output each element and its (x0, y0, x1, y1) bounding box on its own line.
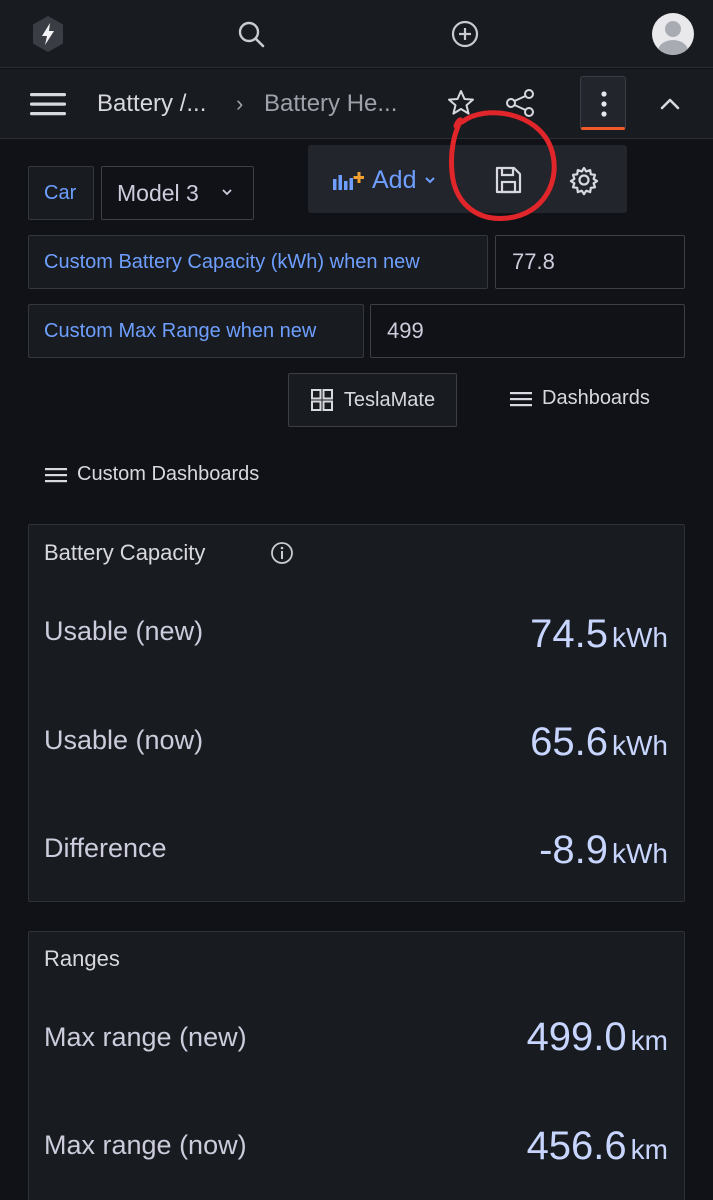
panel-title: Battery Capacity (44, 540, 206, 565)
save-icon[interactable] (488, 160, 528, 200)
add-panel-icon (333, 172, 364, 190)
gear-icon[interactable] (564, 160, 604, 200)
car-variable-label: Car (28, 166, 94, 220)
range-input[interactable]: 499 (370, 304, 685, 358)
chevron-down-icon (222, 189, 232, 196)
custom-dashboards-link[interactable]: Custom Dashboards (45, 463, 259, 486)
list-icon (45, 467, 67, 482)
breadcrumb-folder[interactable]: Battery /... (97, 89, 206, 119)
chevron-up-icon[interactable] (658, 96, 682, 112)
stat-label: Max range (now) (44, 1130, 247, 1160)
capacity-input[interactable]: 77.8 (495, 235, 685, 289)
stat-value: 499.0 km (526, 1015, 668, 1059)
menu-icon[interactable] (30, 91, 66, 117)
teslamate-link[interactable]: TeslaMate (288, 373, 457, 427)
chevron-down-icon (425, 177, 436, 184)
stat-value: 74.5 kWh (530, 612, 668, 656)
user-avatar[interactable] (652, 13, 694, 55)
breadcrumb-separator: › (236, 91, 244, 116)
stat-label: Max range (new) (44, 1022, 247, 1052)
panel-title: Ranges (44, 946, 120, 971)
grafana-bolt-icon[interactable] (30, 14, 66, 54)
plus-circle-icon[interactable] (449, 18, 481, 50)
stat-value: -8.9 kWh (539, 828, 668, 872)
share-icon[interactable] (504, 88, 536, 118)
add-label: Add (372, 166, 417, 194)
breadcrumb-dashboard-title[interactable]: Battery He... (264, 89, 397, 119)
custom-dashboards-link-label: Custom Dashboards (77, 463, 260, 485)
capacity-variable-label: Custom Battery Capacity (kWh) when new (28, 235, 488, 289)
top-bar (0, 0, 713, 68)
star-icon[interactable] (446, 88, 476, 118)
user-avatar-icon (658, 21, 688, 55)
range-variable-label: Custom Max Range when new (28, 304, 364, 358)
kebab-menu-icon (601, 91, 607, 117)
stat-value: 65.6 kWh (530, 720, 668, 764)
grid-icon (310, 389, 333, 411)
info-icon[interactable] (270, 541, 294, 565)
list-icon (510, 391, 532, 406)
stat-value: 456.6 km (526, 1124, 668, 1168)
stat-label: Usable (now) (44, 725, 204, 755)
dashboards-link[interactable]: Dashboards (510, 387, 650, 410)
teslamate-link-label: TeslaMate (343, 388, 436, 411)
more-options-button[interactable] (580, 76, 626, 130)
stat-label: Difference (44, 833, 167, 863)
add-button[interactable]: Add (332, 160, 436, 200)
stat-label: Usable (new) (44, 616, 204, 646)
search-icon[interactable] (235, 18, 267, 50)
dashboards-link-label: Dashboards (542, 387, 650, 409)
